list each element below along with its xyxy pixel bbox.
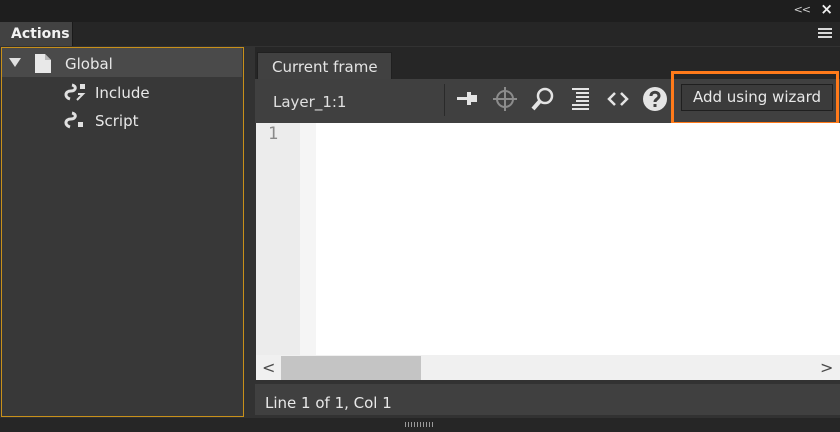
close-icon[interactable]: ×	[820, 0, 833, 18]
help-icon[interactable]	[642, 86, 668, 112]
panel-menu-icon[interactable]	[818, 28, 832, 40]
cursor-position-status: Line 1 of 1, Col 1	[265, 394, 392, 412]
collapse-panel-icon[interactable]: <<	[794, 3, 811, 16]
add-using-wizard-button[interactable]: Add using wizard	[681, 84, 833, 111]
target-icon[interactable]	[492, 86, 518, 112]
tree-item-include[interactable]: Include	[95, 84, 150, 102]
panel-tab-bar	[0, 22, 840, 46]
code-editor[interactable]	[256, 123, 840, 355]
toolbar-divider	[444, 84, 445, 116]
fold-gutter	[300, 123, 316, 355]
tree-item-script[interactable]: Script	[95, 112, 139, 130]
scrollbar-thumb[interactable]	[281, 356, 421, 380]
pin-icon[interactable]	[454, 86, 480, 112]
format-icon[interactable]	[568, 86, 594, 112]
tree-item-global-label: Global	[65, 55, 113, 73]
document-icon	[35, 54, 51, 73]
script-icon	[64, 111, 83, 129]
layer-frame-label: Layer_1:1	[273, 93, 347, 111]
script-icon	[64, 83, 86, 101]
find-icon[interactable]	[530, 86, 556, 112]
actions-tree	[1, 47, 244, 417]
code-hint-icon[interactable]	[605, 86, 631, 112]
expand-triangle-icon[interactable]	[9, 58, 21, 68]
scroll-right-icon[interactable]: >	[820, 358, 833, 377]
resize-grip-icon[interactable]	[405, 422, 435, 427]
tab-current-frame[interactable]: Current frame	[257, 52, 392, 80]
line-number-gutter	[256, 123, 300, 355]
tab-actions[interactable]: Actions	[0, 22, 73, 46]
panel-top-strip	[0, 0, 840, 22]
tab-current-frame-label: Current frame	[272, 58, 378, 76]
tab-actions-label: Actions	[11, 26, 70, 42]
scroll-left-icon[interactable]: <	[262, 358, 275, 377]
line-number: 1	[268, 124, 279, 144]
